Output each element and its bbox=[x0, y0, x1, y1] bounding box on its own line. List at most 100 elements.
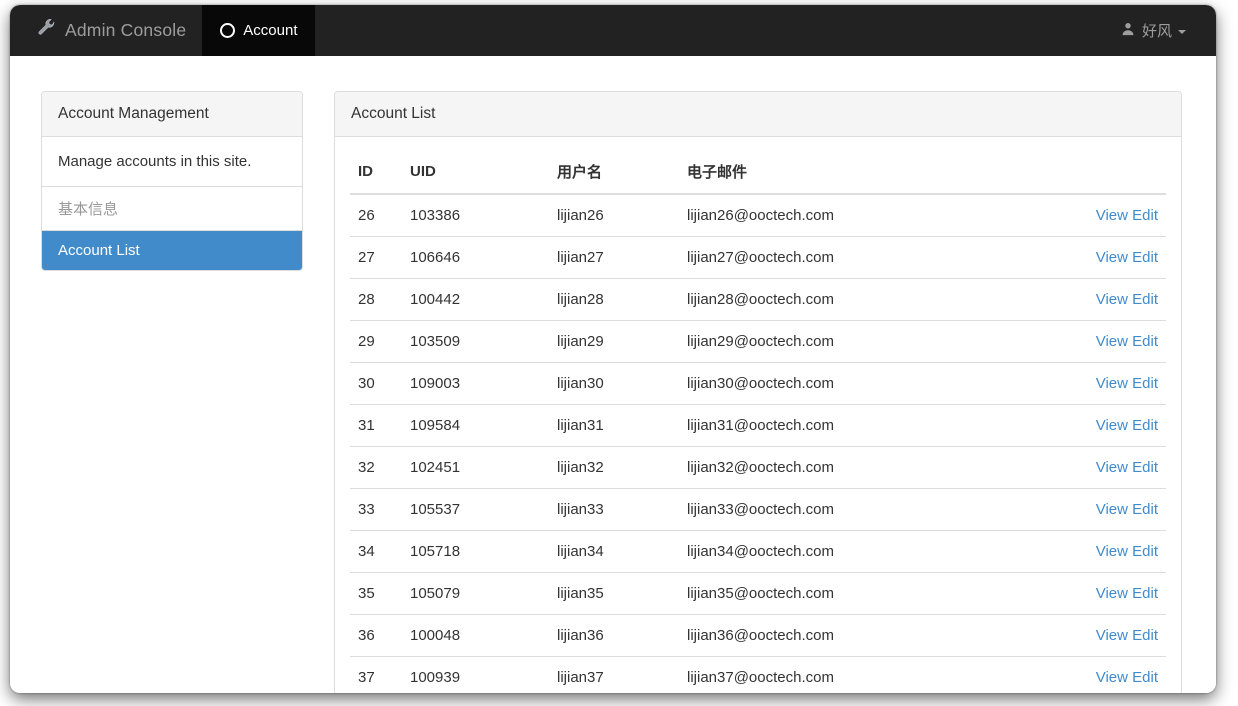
view-link[interactable]: View bbox=[1096, 585, 1128, 602]
cell-username: lijian35 bbox=[549, 572, 679, 615]
sidebar-item-account-list[interactable]: Account List bbox=[42, 231, 302, 270]
user-name: 好风 bbox=[1141, 23, 1172, 40]
table-row: 32 102451 lijian32 lijian32@ooctech.com View… bbox=[350, 446, 1166, 489]
cell-actions: View Edit bbox=[1007, 320, 1166, 363]
cell-uid: 106646 bbox=[402, 236, 549, 279]
view-link[interactable]: View bbox=[1096, 417, 1128, 434]
cell-username: lijian34 bbox=[549, 530, 679, 573]
tab-account-label: Account bbox=[243, 22, 298, 39]
table-row: 28 100442 lijian28 lijian28@ooctech.com View… bbox=[350, 278, 1166, 321]
view-link[interactable]: View bbox=[1096, 333, 1128, 350]
cell-email: lijian35@ooctech.com bbox=[679, 572, 1008, 615]
cell-email: lijian37@ooctech.com bbox=[679, 656, 1008, 693]
cell-actions: View Edit bbox=[1007, 362, 1166, 405]
cell-email: lijian36@ooctech.com bbox=[679, 614, 1008, 657]
table-row: 34 105718 lijian34 lijian34@ooctech.com View… bbox=[350, 530, 1166, 573]
cell-id: 33 bbox=[350, 488, 402, 531]
edit-link[interactable]: Edit bbox=[1132, 585, 1158, 602]
cell-actions: View Edit bbox=[1008, 194, 1166, 237]
cell-email: lijian30@ooctech.com bbox=[679, 362, 1008, 405]
sidebar-panel: Account Management Manage accounts in th… bbox=[41, 91, 303, 271]
cell-actions: View Edit bbox=[1007, 446, 1166, 489]
table-row: 27 106646 lijian27 lijian27@ooctech.com View… bbox=[350, 236, 1166, 279]
cell-id: 34 bbox=[350, 530, 402, 573]
cell-email: lijian28@ooctech.com bbox=[679, 278, 1008, 321]
sidebar-heading: Account Management bbox=[42, 92, 302, 137]
edit-link[interactable]: Edit bbox=[1132, 627, 1158, 644]
edit-link[interactable]: Edit bbox=[1132, 333, 1158, 350]
cell-username: lijian27 bbox=[549, 236, 679, 279]
view-link[interactable]: View bbox=[1096, 291, 1128, 308]
column-header-uid: UID bbox=[402, 149, 549, 195]
circle-icon bbox=[220, 23, 236, 38]
cell-id: 26 bbox=[358, 207, 375, 224]
view-link[interactable]: View bbox=[1096, 543, 1128, 560]
cell-uid: 105537 bbox=[402, 488, 549, 531]
cell-uid: 109584 bbox=[402, 404, 549, 447]
cell-username: lijian33 bbox=[549, 488, 679, 531]
tab-account[interactable]: Account bbox=[202, 5, 316, 56]
cell-actions: View Edit bbox=[1007, 236, 1166, 279]
table-row: 29 103509 lijian29 lijian29@ooctech.com View… bbox=[350, 320, 1166, 363]
cell-username: lijian36 bbox=[549, 614, 679, 657]
column-header-id: ID bbox=[350, 149, 402, 195]
table-row: 36 100048 lijian36 lijian36@ooctech.com View… bbox=[350, 614, 1166, 657]
cell-username: lijian37 bbox=[549, 656, 679, 693]
edit-link[interactable]: Edit bbox=[1132, 207, 1158, 224]
sidebar-item-basic-info[interactable]: 基本信息 bbox=[42, 187, 302, 231]
view-link[interactable]: View bbox=[1096, 501, 1128, 518]
brand-label: Admin Console bbox=[65, 20, 187, 40]
cell-uid: 105079 bbox=[402, 572, 549, 615]
cell-username: lijian31 bbox=[549, 404, 679, 447]
user-menu[interactable]: 好风 bbox=[1121, 5, 1216, 56]
cell-uid: 103386 bbox=[410, 207, 461, 224]
edit-link[interactable]: Edit bbox=[1132, 291, 1158, 308]
cell-username: lijian30 bbox=[549, 362, 679, 405]
cell-actions: View Edit bbox=[1007, 530, 1166, 573]
edit-link[interactable]: Edit bbox=[1132, 249, 1158, 266]
cell-id: 27 bbox=[350, 236, 402, 279]
app-window: Admin Console Account 好风 Account Managem… bbox=[10, 5, 1216, 693]
cell-id: 36 bbox=[350, 614, 402, 657]
user-icon bbox=[1121, 22, 1135, 40]
edit-link[interactable]: Edit bbox=[1132, 417, 1158, 434]
account-table-body: 26 103386 lijian26 lijian26@ooctech.com View… bbox=[350, 194, 1166, 693]
cell-id: 32 bbox=[350, 446, 402, 489]
edit-link[interactable]: Edit bbox=[1132, 375, 1158, 392]
cell-id: 30 bbox=[350, 362, 402, 405]
cell-username: lijian32 bbox=[549, 446, 679, 489]
panel-body: ID UID 用户名 电子邮件 26 103386 lijian26 lijian26… bbox=[335, 137, 1181, 693]
account-table-head: ID UID 用户名 电子邮件 bbox=[350, 149, 1166, 195]
edit-link[interactable]: Edit bbox=[1132, 501, 1158, 518]
edit-link[interactable]: Edit bbox=[1132, 459, 1158, 476]
view-link[interactable]: View bbox=[1096, 249, 1128, 266]
account-list-panel: Account List ID UID 用户名 电子邮件 26 103386 lij… bbox=[334, 91, 1182, 693]
table-row: 30 109003 lijian30 lijian30@ooctech.com View… bbox=[350, 362, 1166, 405]
view-link[interactable]: View bbox=[1096, 207, 1128, 224]
cell-uid: 100939 bbox=[402, 656, 549, 693]
view-link[interactable]: View bbox=[1096, 459, 1128, 476]
view-link[interactable]: View bbox=[1096, 627, 1128, 644]
brand-admin-console[interactable]: Admin Console bbox=[10, 5, 202, 56]
cell-username: lijian29 bbox=[549, 320, 679, 363]
cell-uid: 105718 bbox=[402, 530, 549, 573]
cell-actions: View Edit bbox=[1007, 488, 1166, 531]
cell-actions: View Edit bbox=[1007, 572, 1166, 615]
cell-email: lijian34@ooctech.com bbox=[679, 530, 1008, 573]
cell-email: lijian31@ooctech.com bbox=[679, 404, 1008, 447]
view-link[interactable]: View bbox=[1096, 375, 1128, 392]
cell-actions: View Edit bbox=[1007, 656, 1166, 693]
table-row: 31 109584 lijian31 lijian31@ooctech.com View… bbox=[350, 404, 1166, 447]
caret-down-icon bbox=[1178, 29, 1186, 34]
cell-email: lijian32@ooctech.com bbox=[679, 446, 1008, 489]
cell-email: lijian27@ooctech.com bbox=[679, 236, 1008, 279]
cell-uid: 100048 bbox=[402, 614, 549, 657]
view-link[interactable]: View bbox=[1096, 669, 1128, 686]
panel-heading: Account List bbox=[335, 92, 1181, 137]
sidebar-description: Manage accounts in this site. bbox=[42, 137, 302, 187]
cell-uid: 100442 bbox=[402, 278, 549, 321]
cell-id: 31 bbox=[350, 404, 402, 447]
edit-link[interactable]: Edit bbox=[1132, 669, 1158, 686]
cell-email: lijian29@ooctech.com bbox=[679, 320, 1008, 363]
edit-link[interactable]: Edit bbox=[1132, 543, 1158, 560]
